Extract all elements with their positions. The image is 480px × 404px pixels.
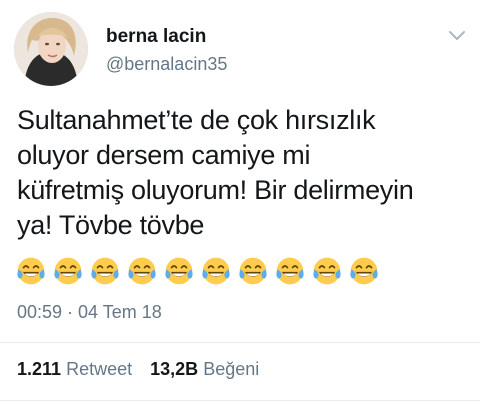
divider: [0, 400, 480, 401]
tweet-timestamp[interactable]: 00:59 · 04 Tem 18: [17, 302, 162, 323]
tears-of-joy-emoji-icon: [165, 257, 193, 285]
tears-of-joy-emoji-icon: [202, 257, 230, 285]
retweet-count: 1.211: [17, 359, 62, 379]
tweet-text-line: ya! Tövbe tövbe: [17, 210, 205, 240]
tears-of-joy-emoji-icon: [239, 257, 267, 285]
tears-of-joy-emoji-icon: [54, 257, 82, 285]
tears-of-joy-emoji-icon: [313, 257, 341, 285]
tears-of-joy-emoji-icon: [17, 257, 45, 285]
retweet-label: Retweet: [66, 359, 133, 379]
user-handle[interactable]: @bernalacin35: [106, 54, 227, 75]
tears-of-joy-emoji-icon: [276, 257, 304, 285]
tears-of-joy-emoji-icon: [350, 257, 378, 285]
tears-of-joy-emoji-icon: [128, 257, 156, 285]
display-name[interactable]: berna lacin: [106, 26, 206, 48]
profile-photo-icon: [14, 12, 88, 86]
avatar[interactable]: [14, 12, 88, 86]
like-stat[interactable]: 13,2B Beğeni: [150, 359, 259, 380]
chevron-down-icon[interactable]: [446, 24, 468, 46]
tweet-text: Sultanahmet’te de çok hırsızlık oluyor d…: [17, 103, 473, 243]
like-count: 13,2B: [150, 359, 199, 379]
tweet-text-line: küfretmiş oluyorum! Bir delirmeyin: [17, 175, 414, 205]
tweet-text-line: oluyor dersem camiye mi: [17, 140, 311, 170]
divider: [0, 342, 480, 343]
emoji-row: [16, 256, 379, 288]
retweet-stat[interactable]: 1.211 Retweet: [17, 359, 132, 380]
tweet-stats: 1.211 Retweet 13,2B Beğeni: [17, 359, 259, 380]
like-label: Beğeni: [203, 359, 260, 379]
tweet-text-line: Sultanahmet’te de çok hırsızlık: [17, 105, 376, 135]
tears-of-joy-emoji-icon: [91, 257, 119, 285]
